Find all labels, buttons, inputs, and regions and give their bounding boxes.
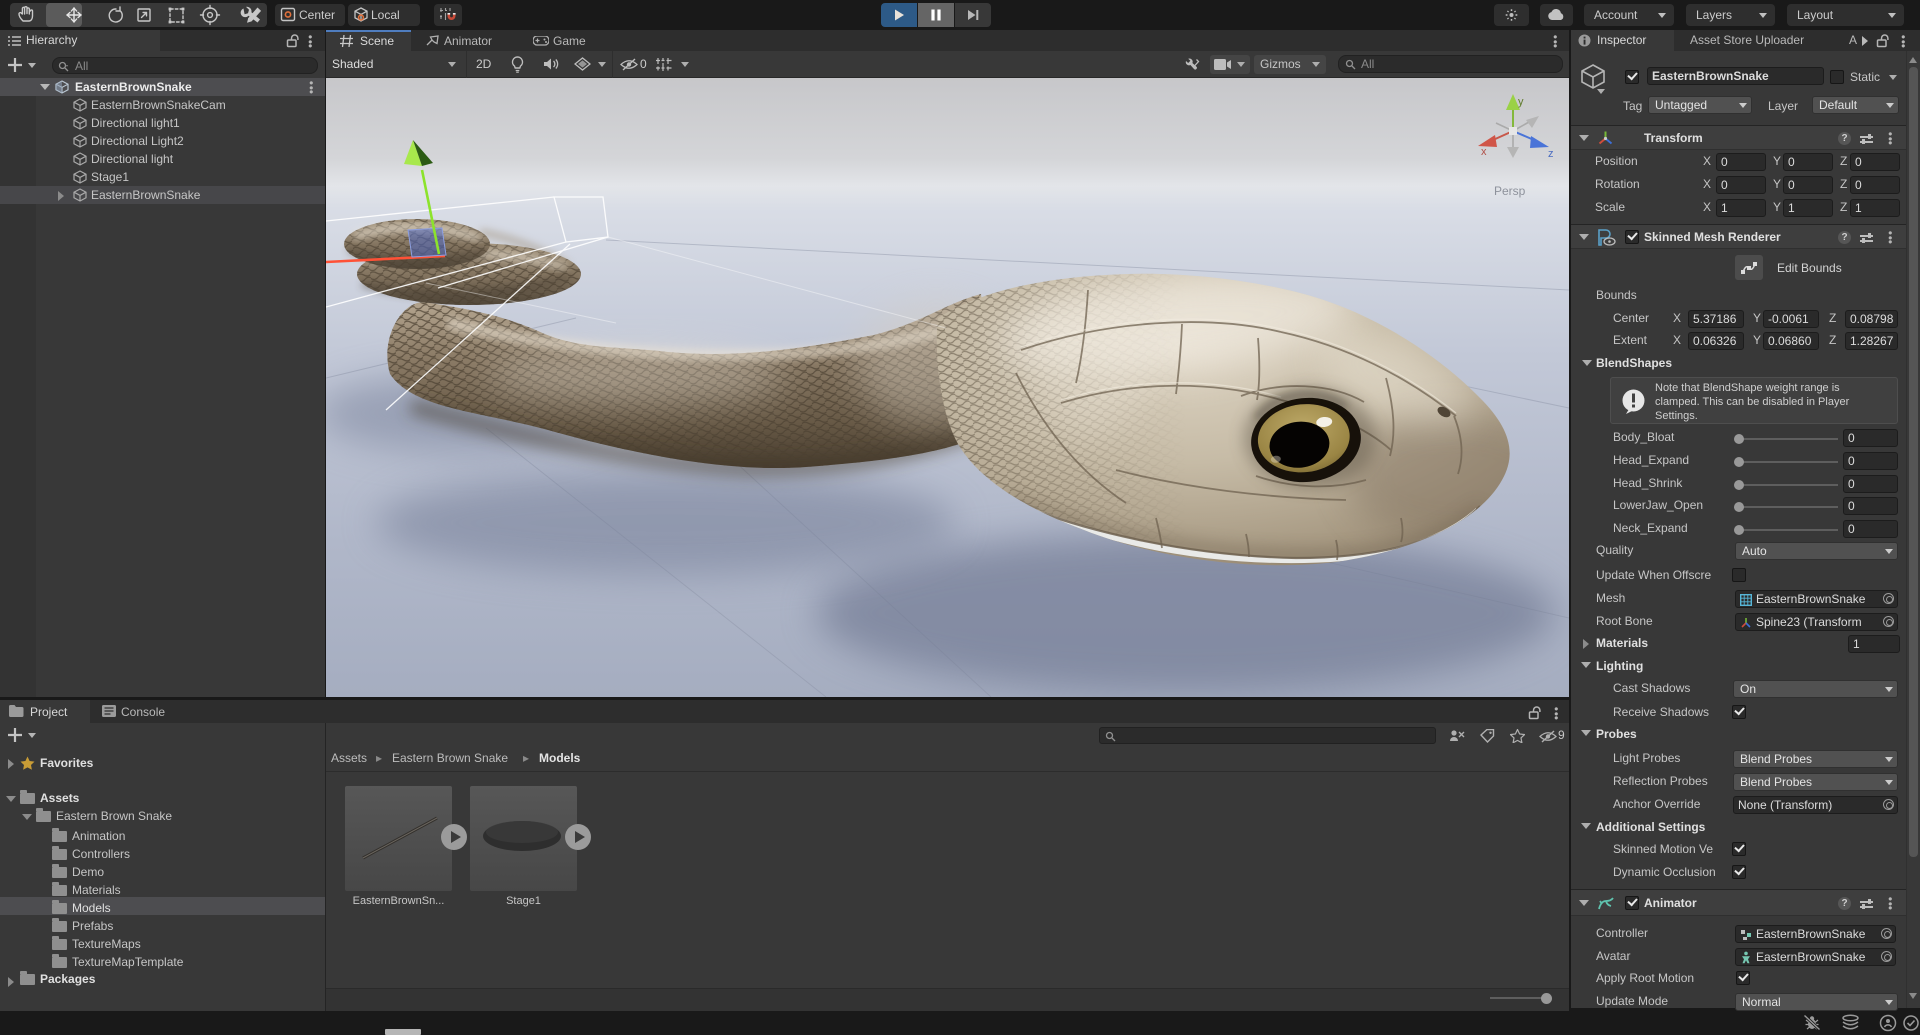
svg-text:y: y	[1518, 96, 1524, 108]
svg-text:z: z	[1548, 148, 1554, 160]
svg-text:x: x	[1481, 146, 1487, 158]
svg-text:Persp: Persp	[1494, 184, 1526, 198]
